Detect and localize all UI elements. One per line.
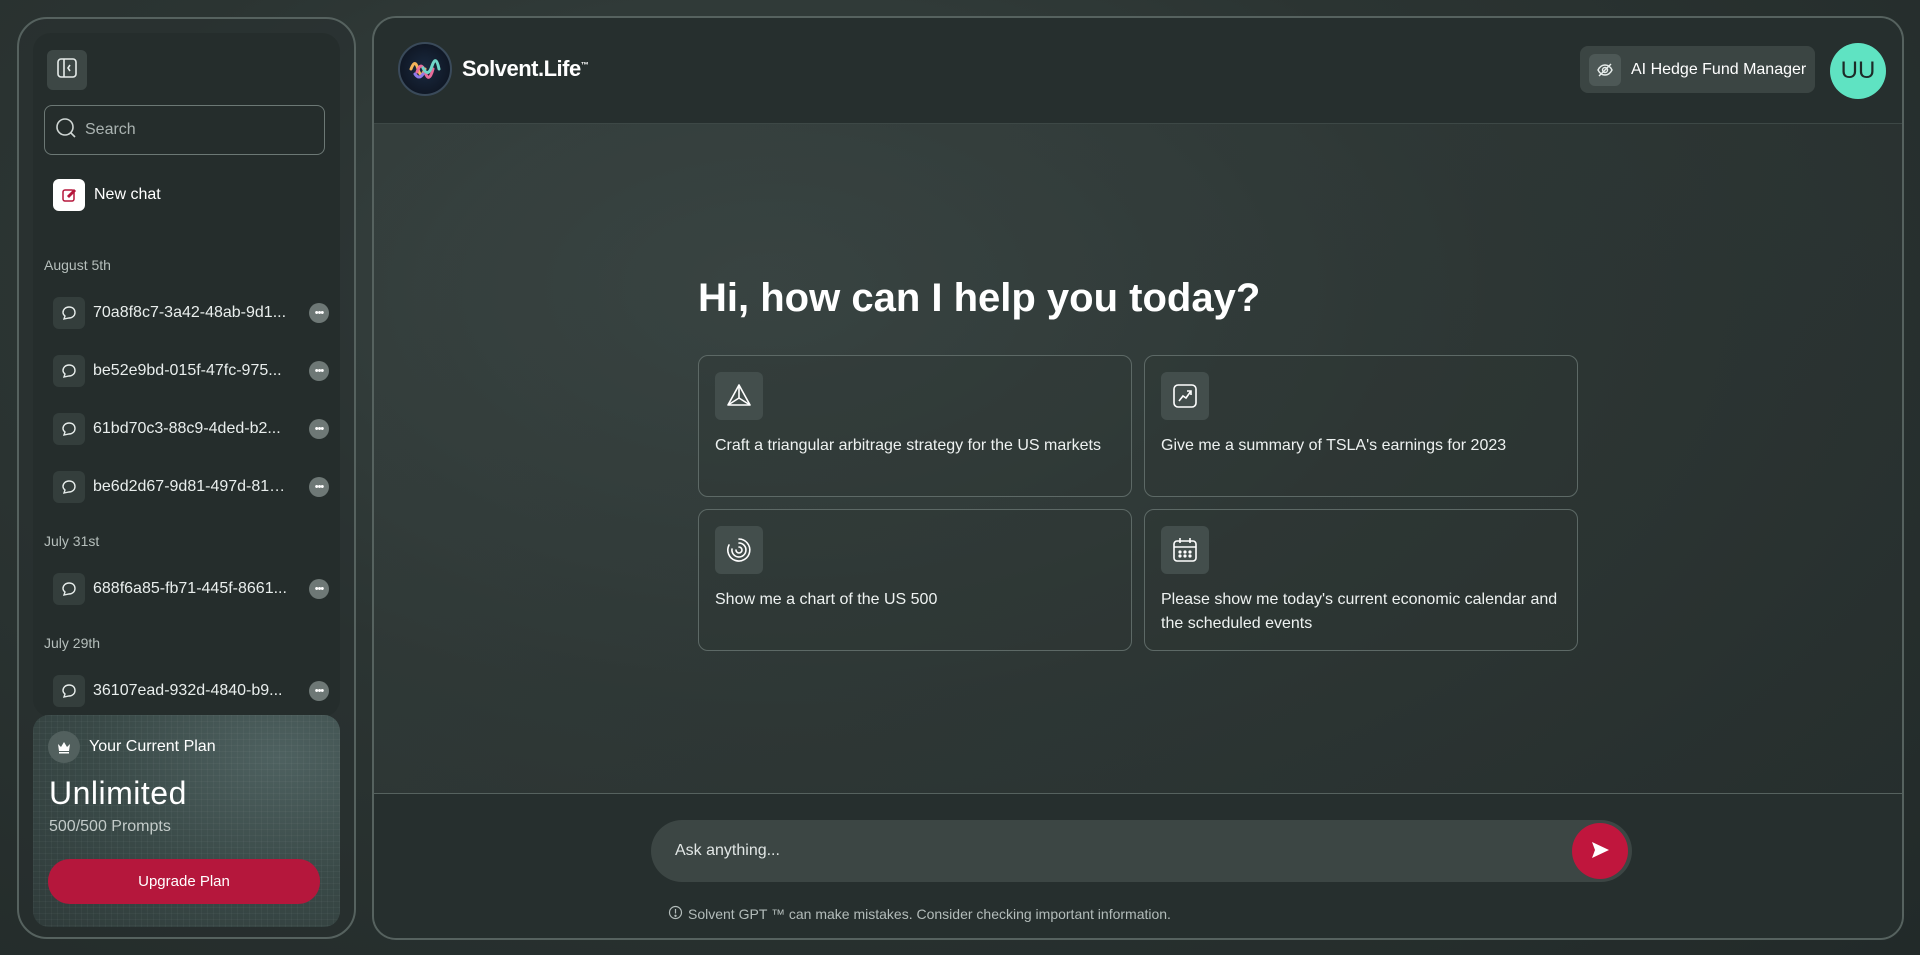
chat-bubble-icon: [53, 297, 85, 329]
group-label-july-29th: July 29th: [44, 635, 101, 651]
logo-text: Solvent.Life™: [462, 56, 589, 81]
chat-item-label: 70a8f8c7-3a42-48ab-9d1...: [93, 304, 287, 321]
search-input[interactable]: [85, 121, 305, 139]
ai-mode-label: AI Hedge Fund Manager: [1631, 60, 1807, 78]
chat-item[interactable]: 36107ead-932d-4840-b9... •••: [53, 674, 329, 708]
suggestion-text: Give me a summary of TSLA's earnings for…: [1161, 437, 1507, 454]
suggestion-card[interactable]: Give me a summary of TSLA's earnings for…: [1144, 355, 1578, 497]
plan-heading: Your Current Plan: [48, 731, 216, 763]
plan-name: Unlimited: [49, 775, 187, 811]
plan-prompts-count: 500/500 Prompts: [49, 818, 171, 835]
suggestion-text: Craft a triangular arbitrage strategy fo…: [715, 437, 1101, 454]
sidebar: New chat August 5th 70a8f8c7-3a42-48ab-9…: [17, 17, 356, 939]
more-options-icon[interactable]: •••: [309, 477, 329, 497]
logo-mark-icon: [398, 42, 452, 96]
ask-input[interactable]: [675, 842, 1555, 860]
more-options-icon[interactable]: •••: [309, 681, 329, 701]
chart-up-icon: [1161, 372, 1209, 420]
triangle-icon: [715, 372, 763, 420]
send-icon: [1589, 839, 1611, 864]
greeting-heading: Hi, how can I help you today?: [698, 276, 1261, 320]
collapse-sidebar-button[interactable]: [47, 50, 87, 90]
chat-item-label: 36107ead-932d-4840-b9...: [93, 682, 283, 699]
upgrade-plan-button[interactable]: Upgrade Plan: [48, 859, 320, 904]
avatar[interactable]: UU: [1830, 43, 1886, 99]
more-options-icon[interactable]: •••: [309, 303, 329, 323]
chat-item[interactable]: 61bd70c3-88c9-4ded-b2... •••: [53, 412, 329, 446]
crown-icon: [48, 731, 80, 763]
send-button[interactable]: [1572, 823, 1628, 879]
top-bar: Solvent.Life™ AI Hedge Fund Manager UU: [374, 18, 1902, 124]
eye-off-icon: [1589, 53, 1621, 86]
suggestion-text: Show me a chart of the US 500: [715, 591, 938, 608]
disclaimer-text: Solvent GPT ™ can make mistakes. Conside…: [688, 906, 1171, 922]
plan-heading-label: Your Current Plan: [89, 738, 216, 755]
chat-item[interactable]: 70a8f8c7-3a42-48ab-9d1... •••: [53, 296, 329, 330]
chat-bubble-icon: [53, 355, 85, 387]
disclaimer: Solvent GPT ™ can make mistakes. Conside…: [668, 905, 1171, 923]
more-options-icon[interactable]: •••: [309, 579, 329, 599]
more-options-icon[interactable]: •••: [309, 419, 329, 439]
group-label-july-31st: July 31st: [44, 533, 100, 549]
suggestion-card[interactable]: Please show me today's current economic …: [1144, 509, 1578, 651]
ask-field[interactable]: [651, 820, 1632, 882]
composer-bar: Solvent GPT ™ can make mistakes. Conside…: [374, 793, 1902, 938]
chat-bubble-icon: [53, 471, 85, 503]
chat-item-label: 61bd70c3-88c9-4ded-b2...: [93, 420, 281, 437]
suggestion-card[interactable]: Craft a triangular arbitrage strategy fo…: [698, 355, 1132, 497]
chat-item-label: 688f6a85-fb71-445f-8661...: [93, 580, 287, 597]
sidebar-collapse-icon: [56, 57, 78, 84]
ai-mode-button[interactable]: AI Hedge Fund Manager: [1580, 46, 1816, 93]
chat-item[interactable]: be52e9bd-015f-47fc-975... •••: [53, 354, 329, 388]
calendar-icon: [1161, 526, 1209, 574]
main-panel: Solvent.Life™ AI Hedge Fund Manager UU H…: [372, 16, 1904, 940]
spinner-icon: [715, 526, 763, 574]
chat-bubble-icon: [53, 413, 85, 445]
chat-item[interactable]: be6d2d67-9d81-497d-81b... •••: [53, 470, 329, 504]
new-chat-label: New chat: [94, 186, 161, 203]
logo[interactable]: Solvent.Life™: [398, 42, 589, 96]
group-label-august-5th: August 5th: [44, 257, 111, 273]
new-chat-button[interactable]: New chat: [53, 179, 161, 211]
chat-item[interactable]: 688f6a85-fb71-445f-8661... •••: [53, 572, 329, 606]
suggestion-text: Please show me today's current economic …: [1161, 591, 1558, 632]
chat-bubble-icon: [53, 573, 85, 605]
info-icon: [668, 905, 683, 923]
search-field[interactable]: [44, 105, 325, 155]
more-options-icon[interactable]: •••: [309, 361, 329, 381]
search-icon: [55, 117, 77, 144]
chat-history-panel: New chat August 5th 70a8f8c7-3a42-48ab-9…: [33, 33, 340, 717]
suggestion-card[interactable]: Show me a chart of the US 500: [698, 509, 1132, 651]
chat-item-label: be52e9bd-015f-47fc-975...: [93, 362, 282, 379]
chat-item-label: be6d2d67-9d81-497d-81b...: [93, 478, 289, 495]
chat-bubble-icon: [53, 675, 85, 707]
edit-icon: [53, 179, 85, 211]
plan-card: Your Current Plan Unlimited 500/500 Prom…: [33, 715, 340, 927]
